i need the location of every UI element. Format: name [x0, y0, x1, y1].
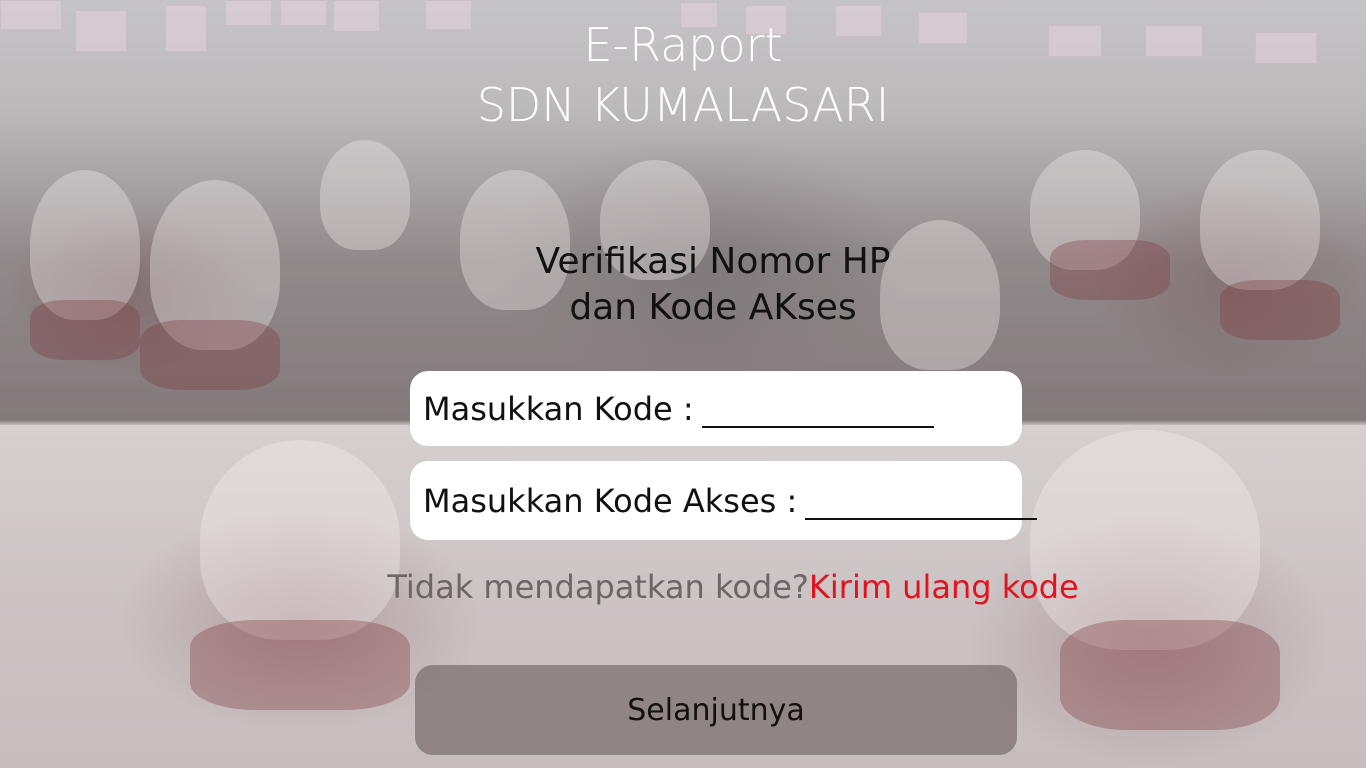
- verification-heading-line1: Verifikasi Nomor HP: [535, 241, 891, 282]
- resend-question: Tidak mendapatkan kode?: [387, 568, 809, 606]
- code-field-card: Masukkan Kode :: [410, 371, 1022, 446]
- code-field-label: Masukkan Kode :: [423, 389, 694, 428]
- access-code-field-card: Masukkan Kode Akses :: [410, 461, 1038, 540]
- app-title: E-Raport: [583, 18, 783, 72]
- resend-code-link[interactable]: Kirim ulang kode: [809, 568, 1079, 606]
- student-figure: [1030, 430, 1260, 650]
- school-name: SDN KUMALASARI: [476, 78, 890, 132]
- student-figure: [200, 440, 400, 640]
- resend-row: Tidak mendapatkan kode?Kirim ulang kode: [0, 568, 1366, 606]
- next-button[interactable]: Selanjutnya: [415, 665, 1017, 755]
- access-code-input[interactable]: [805, 481, 1038, 520]
- student-figure: [190, 620, 410, 710]
- student-figure: [140, 320, 280, 390]
- verification-screen: E-Raport SDN KUMALASARI Verifikasi Nomor…: [0, 0, 1366, 768]
- verification-heading-line2: dan Kode AKses: [569, 287, 857, 328]
- student-figure: [1060, 620, 1280, 730]
- code-input[interactable]: [701, 389, 934, 428]
- student-figure: [320, 140, 410, 250]
- access-code-field-label: Masukkan Kode Akses :: [423, 481, 798, 520]
